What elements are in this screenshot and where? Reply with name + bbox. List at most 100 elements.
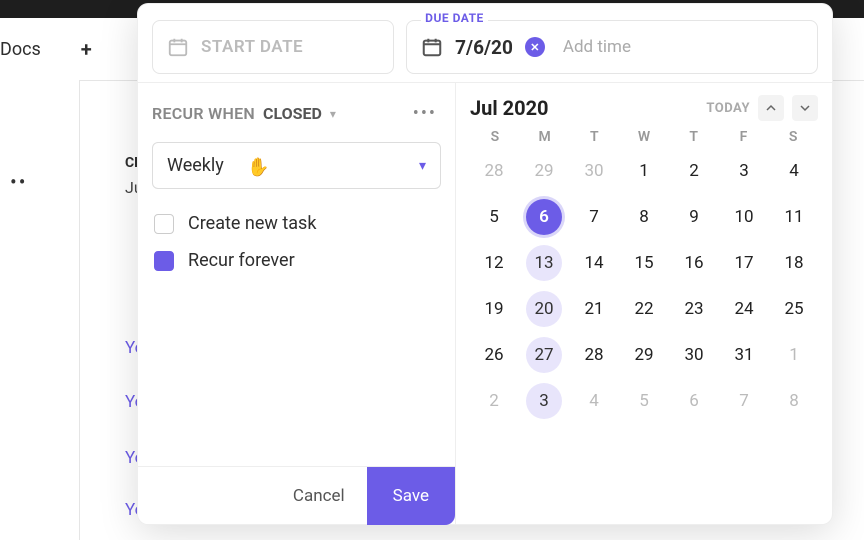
calendar-day-number: 8	[776, 383, 812, 419]
calendar-day-number: 7	[726, 383, 762, 419]
next-month-button[interactable]	[792, 95, 818, 121]
calendar-day[interactable]: 25	[770, 287, 818, 331]
calendar-day[interactable]: 14	[570, 241, 618, 285]
add-tab-icon[interactable]: +	[81, 37, 92, 61]
save-button[interactable]: Save	[367, 467, 455, 525]
today-button[interactable]: TODAY	[706, 101, 750, 116]
checkbox-label: Recur forever	[188, 250, 295, 271]
calendar-day[interactable]: 1	[620, 149, 668, 193]
calendar-day[interactable]: 2	[470, 379, 518, 423]
calendar-day-number: 21	[576, 291, 612, 327]
calendar-day-number: 28	[476, 153, 512, 189]
calendar-day[interactable]: 2	[670, 149, 718, 193]
calendar-day[interactable]: 29	[620, 333, 668, 377]
calendar-day[interactable]: 4	[770, 149, 818, 193]
prev-month-button[interactable]	[758, 95, 784, 121]
calendar-day[interactable]: 11	[770, 195, 818, 239]
calendar-day[interactable]: 30	[670, 333, 718, 377]
recur-state-value: CLOSED	[263, 104, 322, 123]
calendar-day[interactable]: 17	[720, 241, 768, 285]
calendar-day[interactable]: 22	[620, 287, 668, 331]
frequency-select[interactable]: Weekly ▾ ✋	[152, 142, 441, 189]
calendar-day[interactable]: 15	[620, 241, 668, 285]
recur-forever-checkbox[interactable]: Recur forever	[152, 242, 441, 279]
calendar-day[interactable]: 3	[520, 379, 568, 423]
checkbox-unchecked-icon	[154, 214, 174, 234]
calendar-day[interactable]: 12	[470, 241, 518, 285]
calendar-icon	[421, 36, 443, 58]
calendar-day[interactable]: 4	[570, 379, 618, 423]
calendar-weekday-row: SMTWTFS	[470, 129, 818, 145]
calendar-day[interactable]: 28	[570, 333, 618, 377]
more-icon[interactable]: ••	[10, 170, 28, 194]
calendar-day[interactable]: 23	[670, 287, 718, 331]
calendar-day[interactable]: 31	[720, 333, 768, 377]
calendar-day-number: 9	[676, 199, 712, 235]
calendar-day[interactable]: 5	[620, 379, 668, 423]
frequency-value: Weekly	[167, 155, 224, 176]
cancel-button[interactable]: Cancel	[271, 486, 367, 506]
calendar-day-number: 5	[476, 199, 512, 235]
calendar-day-number: 22	[626, 291, 662, 327]
calendar-weekday: T	[569, 129, 619, 145]
calendar-day[interactable]: 19	[470, 287, 518, 331]
calendar-day[interactable]: 6	[520, 195, 568, 239]
calendar-day[interactable]: 8	[770, 379, 818, 423]
calendar-day[interactable]: 8	[620, 195, 668, 239]
add-time-button[interactable]: Add time	[563, 37, 631, 57]
chevron-down-icon: ▾	[330, 107, 336, 121]
calendar-day[interactable]: 10	[720, 195, 768, 239]
due-date-input[interactable]: DUE DATE 7/6/20 ✕ Add time	[406, 20, 818, 74]
create-new-task-checkbox[interactable]: Create new task	[152, 205, 441, 242]
calendar-day[interactable]: 7	[570, 195, 618, 239]
calendar-day-number: 25	[776, 291, 812, 327]
tab-docs[interactable]: Docs	[0, 39, 41, 60]
start-date-placeholder: START DATE	[201, 37, 303, 57]
more-options-icon[interactable]: •••	[409, 99, 441, 128]
calendar-weekday: F	[719, 129, 769, 145]
calendar-day-number: 3	[726, 153, 762, 189]
calendar-day[interactable]: 13	[520, 241, 568, 285]
calendar-day[interactable]: 1	[770, 333, 818, 377]
checkbox-checked-icon	[154, 251, 174, 271]
start-date-input[interactable]: START DATE	[152, 20, 394, 74]
calendar-day-number: 17	[726, 245, 762, 281]
calendar-day-number: 15	[626, 245, 662, 281]
recur-label: RECUR WHEN	[152, 104, 255, 123]
calendar-day[interactable]: 20	[520, 287, 568, 331]
calendar-day[interactable]: 3	[720, 149, 768, 193]
calendar-day[interactable]: 9	[670, 195, 718, 239]
calendar-day-number: 6	[676, 383, 712, 419]
calendar-day[interactable]: 7	[720, 379, 768, 423]
calendar-day[interactable]: 27	[520, 333, 568, 377]
calendar-day[interactable]: 30	[570, 149, 618, 193]
calendar-day[interactable]: 16	[670, 241, 718, 285]
calendar-day-number: 5	[626, 383, 662, 419]
calendar-day-number: 1	[626, 153, 662, 189]
calendar-day-number: 24	[726, 291, 762, 327]
calendar-day[interactable]: 28	[470, 149, 518, 193]
calendar-day[interactable]: 21	[570, 287, 618, 331]
calendar-day-number: 26	[476, 337, 512, 373]
calendar-month-title: Jul 2020	[470, 96, 549, 120]
calendar-weekday: W	[619, 129, 669, 145]
calendar-day-number: 4	[576, 383, 612, 419]
calendar-day-number: 27	[526, 337, 562, 373]
calendar-day-number: 7	[576, 199, 612, 235]
calendar-day-number: 16	[676, 245, 712, 281]
calendar-weekday: S	[470, 129, 520, 145]
calendar-day[interactable]: 29	[520, 149, 568, 193]
bg-sidebar	[0, 80, 80, 540]
calendar-day[interactable]: 24	[720, 287, 768, 331]
calendar-day[interactable]: 5	[470, 195, 518, 239]
clear-due-date-icon[interactable]: ✕	[525, 37, 545, 57]
calendar-weekday: T	[669, 129, 719, 145]
calendar-day-number: 30	[676, 337, 712, 373]
calendar-day[interactable]: 18	[770, 241, 818, 285]
calendar-weekday: M	[520, 129, 570, 145]
calendar-day[interactable]: 6	[670, 379, 718, 423]
recur-trigger-dropdown[interactable]: RECUR WHEN CLOSED ▾ •••	[152, 99, 441, 128]
calendar-day[interactable]: 26	[470, 333, 518, 377]
calendar-grid: 2829301234567891011121314151617181920212…	[470, 149, 818, 423]
calendar-day-number: 23	[676, 291, 712, 327]
